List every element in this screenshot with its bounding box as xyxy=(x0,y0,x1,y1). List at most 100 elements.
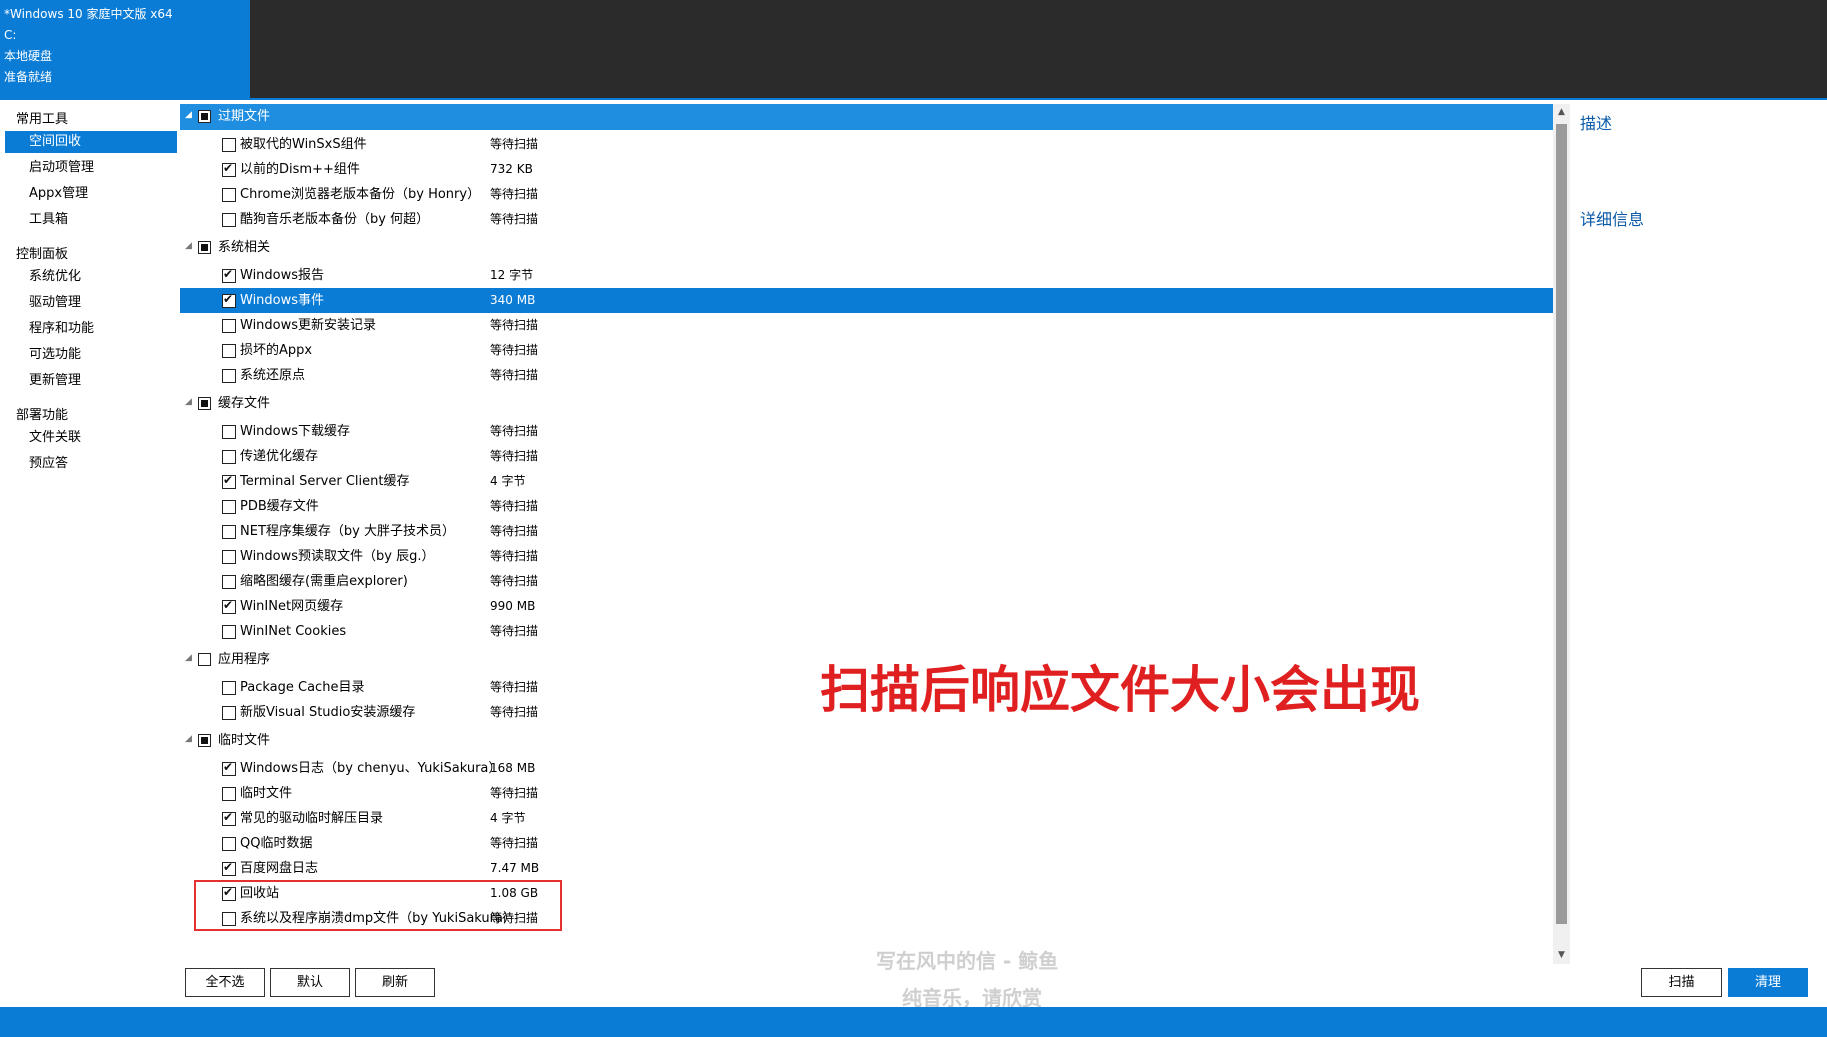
disk-type: 本地硬盘 xyxy=(4,49,53,63)
nav-item[interactable]: 文件关联 xyxy=(5,427,177,449)
item-checkbox[interactable] xyxy=(222,860,236,876)
detail-title: 详细信息 xyxy=(1580,210,1645,229)
item-size: 732 KB xyxy=(490,162,533,176)
list-item[interactable]: Windows下载缓存 等待扫描 xyxy=(180,419,1553,444)
nav-item[interactable]: 空间回收 xyxy=(5,131,177,153)
category-row[interactable]: ◢ 临时文件 xyxy=(180,728,1553,754)
item-label: 被取代的WinSxS组件 xyxy=(240,137,367,152)
item-checkbox[interactable] xyxy=(222,912,236,926)
item-checkbox[interactable] xyxy=(222,500,236,514)
item-size: 等待扫描 xyxy=(490,318,539,332)
item-checkbox[interactable] xyxy=(222,787,236,801)
item-checkbox[interactable] xyxy=(222,213,236,227)
list-item[interactable]: Windows事件 340 MB xyxy=(180,288,1553,313)
category-row[interactable]: ◢ 系统相关 xyxy=(180,235,1553,261)
nav-item[interactable]: 程序和功能 xyxy=(5,318,177,340)
image-info-panel[interactable]: *Windows 10 家庭中文版 x64 C: 本地硬盘 准备就绪 xyxy=(0,0,250,100)
list-item[interactable]: 传递优化缓存 等待扫描 xyxy=(180,444,1553,469)
clean-button[interactable]: 清理 xyxy=(1728,968,1808,997)
list-item[interactable]: Windows报告 12 字节 xyxy=(180,263,1553,288)
list-item[interactable]: 临时文件 等待扫描 xyxy=(180,781,1553,806)
item-label: 常见的驱动临时解压目录 xyxy=(240,811,384,826)
list-item[interactable]: Windows日志（by chenyu、YukiSakura）168 MB xyxy=(180,756,1553,781)
list-item[interactable]: 被取代的WinSxS组件 等待扫描 xyxy=(180,132,1553,157)
category-label: 系统相关 xyxy=(218,240,271,255)
category-checkbox[interactable] xyxy=(198,653,211,666)
item-checkbox[interactable] xyxy=(222,706,236,720)
item-checkbox[interactable] xyxy=(222,598,236,614)
list-item[interactable]: 损坏的Appx 等待扫描 xyxy=(180,338,1553,363)
list-item[interactable]: 常见的驱动临时解压目录 4 字节 xyxy=(180,806,1553,831)
item-label: Windows事件 xyxy=(240,293,325,308)
nav-item[interactable]: 启动项管理 xyxy=(5,157,177,179)
item-checkbox[interactable] xyxy=(222,450,236,464)
list-item[interactable]: 回收站 1.08 GB xyxy=(180,881,1553,906)
default-button[interactable]: 默认 xyxy=(270,968,350,997)
refresh-button[interactable]: 刷新 xyxy=(355,968,435,997)
item-checkbox[interactable] xyxy=(222,425,236,439)
item-checkbox[interactable] xyxy=(222,810,236,826)
category-checkbox[interactable] xyxy=(198,397,211,410)
item-checkbox[interactable] xyxy=(222,292,236,308)
scan-button[interactable]: 扫描 xyxy=(1641,968,1722,997)
list-item[interactable]: 系统以及程序崩溃dmp文件（by YukiSakura） 等待扫描 xyxy=(180,906,1553,931)
collapse-triangle-icon[interactable]: ◢ xyxy=(185,653,192,663)
deselect-all-button[interactable]: 全不选 xyxy=(185,968,265,997)
scroll-thumb[interactable] xyxy=(1556,124,1567,924)
item-size: 4 字节 xyxy=(490,811,526,825)
item-checkbox[interactable] xyxy=(222,550,236,564)
list-item[interactable]: 酷狗音乐老版本备份（by 何超） 等待扫描 xyxy=(180,207,1553,232)
item-checkbox[interactable] xyxy=(222,188,236,202)
list-item[interactable]: 系统还原点 等待扫描 xyxy=(180,363,1553,388)
nav-item[interactable]: 更新管理 xyxy=(5,370,177,392)
list-item[interactable]: 百度网盘日志 7.47 MB xyxy=(180,856,1553,881)
nav-item[interactable]: 系统优化 xyxy=(5,266,177,288)
list-item[interactable]: QQ临时数据 等待扫描 xyxy=(180,831,1553,856)
item-checkbox[interactable] xyxy=(222,525,236,539)
item-size: 等待扫描 xyxy=(490,424,539,438)
collapse-triangle-icon[interactable]: ◢ xyxy=(185,397,192,407)
item-checkbox[interactable] xyxy=(222,575,236,589)
list-item[interactable]: Terminal Server Client缓存 4 字节 xyxy=(180,469,1553,494)
item-checkbox[interactable] xyxy=(222,344,236,358)
nav-item[interactable]: 可选功能 xyxy=(5,344,177,366)
item-checkbox[interactable] xyxy=(222,138,236,152)
list-item[interactable]: Windows更新安装记录 等待扫描 xyxy=(180,313,1553,338)
category-row[interactable]: ◢ 缓存文件 xyxy=(180,391,1553,417)
category-row[interactable]: ◢ 过期文件 xyxy=(180,104,1553,130)
item-checkbox[interactable] xyxy=(222,760,236,776)
item-checkbox[interactable] xyxy=(222,681,236,695)
item-checkbox[interactable] xyxy=(222,837,236,851)
list-item[interactable]: NET程序集缓存（by 大胖子技术员） 等待扫描 xyxy=(180,519,1553,544)
item-size: 等待扫描 xyxy=(490,624,539,638)
category-checkbox[interactable] xyxy=(198,110,211,123)
item-checkbox[interactable] xyxy=(222,369,236,383)
list-item[interactable]: PDB缓存文件 等待扫描 xyxy=(180,494,1553,519)
category-checkbox[interactable] xyxy=(198,241,211,254)
item-checkbox[interactable] xyxy=(222,161,236,177)
nav-item[interactable]: 驱动管理 xyxy=(5,292,177,314)
list-item[interactable]: WinINet Cookies 等待扫描 xyxy=(180,619,1553,644)
list-item[interactable]: 缩略图缓存(需重启explorer) 等待扫描 xyxy=(180,569,1553,594)
collapse-triangle-icon[interactable]: ◢ xyxy=(185,734,192,744)
item-checkbox[interactable] xyxy=(222,473,236,489)
list-item[interactable]: 以前的Dism++组件 732 KB xyxy=(180,157,1553,182)
chevron-up-icon[interactable]: ▲ xyxy=(1553,104,1570,121)
nav-item[interactable]: Appx管理 xyxy=(5,183,177,205)
item-label: 损坏的Appx xyxy=(240,343,313,358)
item-checkbox[interactable] xyxy=(222,625,236,639)
item-checkbox[interactable] xyxy=(222,319,236,333)
item-checkbox[interactable] xyxy=(222,885,236,901)
nav-item[interactable]: 预应答 xyxy=(5,453,177,475)
collapse-triangle-icon[interactable]: ◢ xyxy=(185,110,192,120)
category-checkbox[interactable] xyxy=(198,734,211,747)
list-item[interactable]: WinINet网页缓存 990 MB xyxy=(180,594,1553,619)
scrollbar[interactable]: ▲ ▼ xyxy=(1553,104,1570,964)
item-checkbox[interactable] xyxy=(222,267,236,283)
chevron-down-icon[interactable]: ▼ xyxy=(1553,947,1570,964)
collapse-triangle-icon[interactable]: ◢ xyxy=(185,241,192,251)
image-status: 准备就绪 xyxy=(4,70,53,84)
list-item[interactable]: Chrome浏览器老版本备份（by Honry） 等待扫描 xyxy=(180,182,1553,207)
nav-item[interactable]: 工具箱 xyxy=(5,209,177,231)
list-item[interactable]: Windows预读取文件（by 辰g.） 等待扫描 xyxy=(180,544,1553,569)
